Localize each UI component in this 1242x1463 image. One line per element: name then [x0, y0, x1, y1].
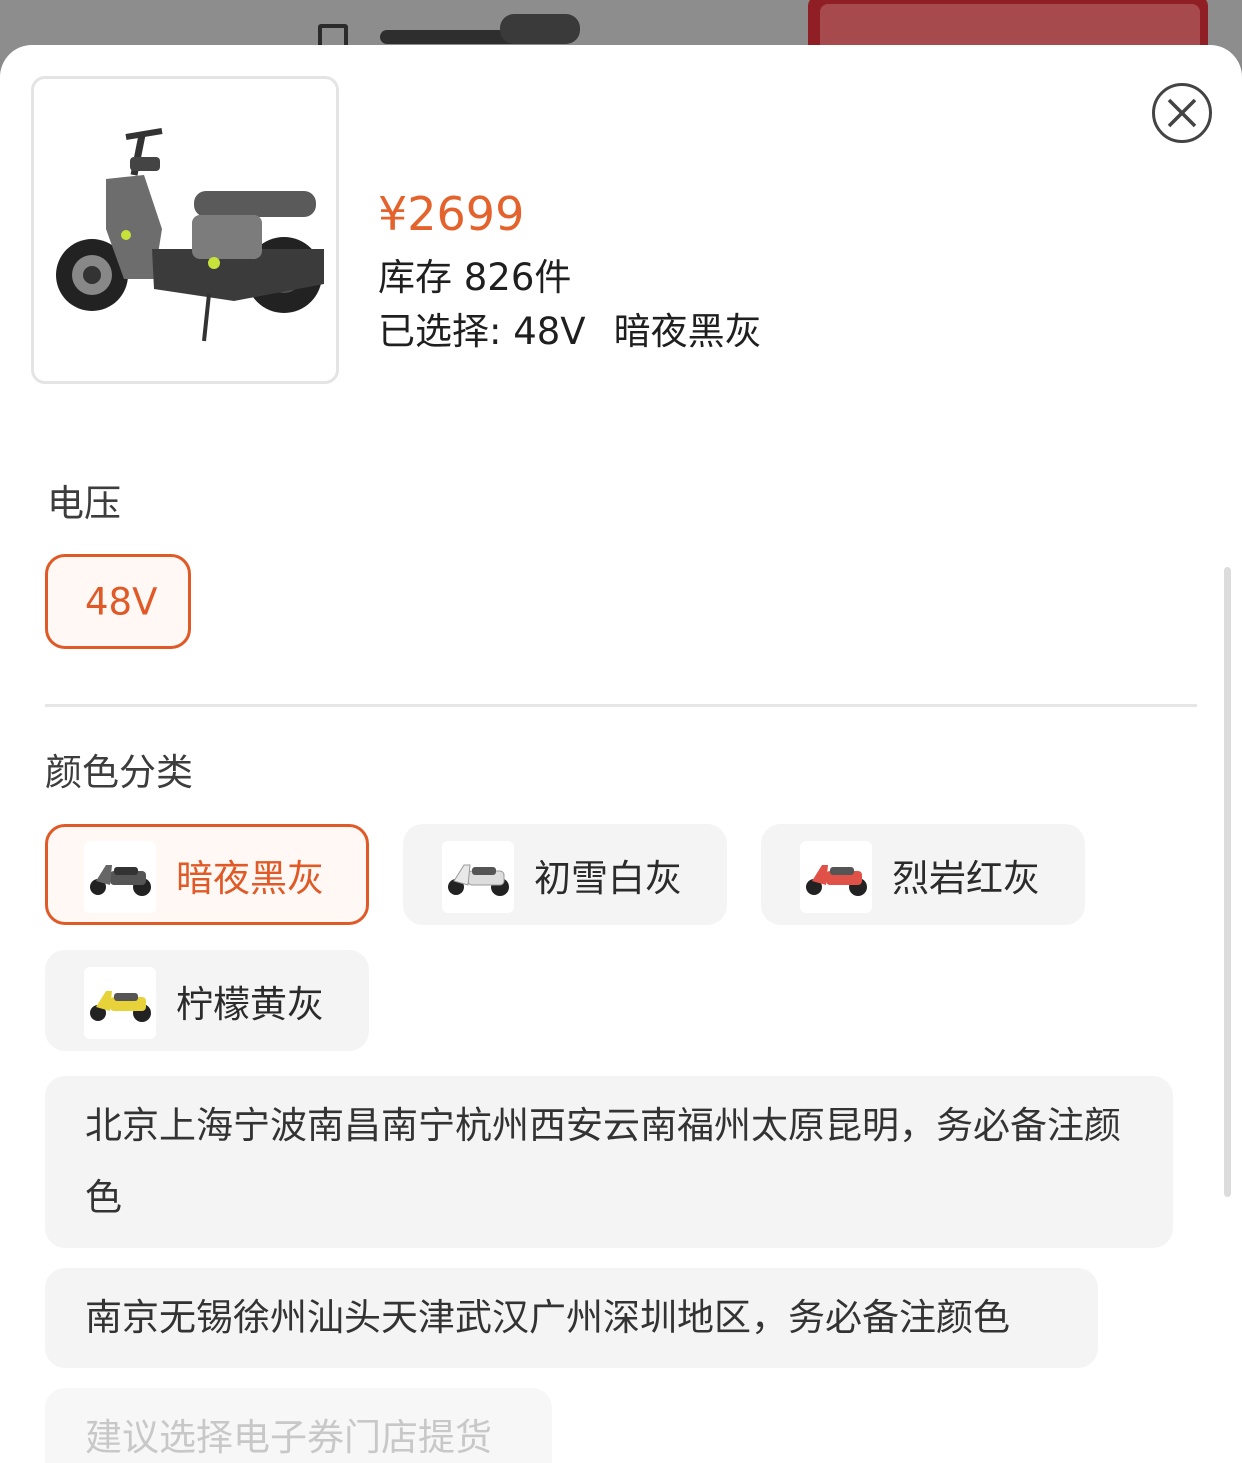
color-option-label: 暗夜黑灰: [176, 856, 324, 900]
color-option-label: 烈岩红灰: [892, 856, 1040, 900]
color-thumbnail-white: [442, 841, 514, 913]
voltage-section-title: 电压: [47, 482, 121, 525]
color-thumbnail-yellow: [84, 967, 156, 1039]
selected-color: 暗夜黑灰: [613, 310, 762, 353]
stock-count: 库存 826件: [378, 256, 572, 299]
background-handlebar-image: [300, 8, 600, 58]
close-icon: [1167, 98, 1197, 128]
color-section-title: 颜色分类: [45, 751, 193, 794]
region-note-option-1[interactable]: 北京上海宁波南昌南宁杭州西安云南福州太原昆明，务必备注颜色: [45, 1076, 1173, 1248]
color-thumbnail-black: [84, 841, 156, 913]
sku-selection-sheet: ¥2699 库存 826件 已选择: 48V 暗夜黑灰 电压 48V 颜色分类 暗…: [0, 45, 1242, 1463]
watermark-domain: zhizhizhi.com: [1106, 1427, 1221, 1447]
scooter-image: [56, 128, 324, 342]
pickup-suggestion-option[interactable]: 建议选择电子券门店提货: [45, 1388, 552, 1463]
scrollbar[interactable]: [1224, 567, 1231, 1197]
close-button[interactable]: [1152, 83, 1212, 143]
selected-voltage: 已选择: 48V: [378, 310, 586, 353]
watermark-logo: 值值值 zhizhizhi.com: [1093, 1340, 1233, 1450]
product-thumbnail[interactable]: [31, 76, 339, 384]
voltage-option-48v[interactable]: 48V: [45, 554, 191, 649]
color-option-rock-red-gray[interactable]: 烈岩红灰: [761, 824, 1085, 925]
color-option-label: 初雪白灰: [534, 856, 682, 900]
product-price: ¥2699: [378, 187, 525, 241]
color-thumbnail-red: [800, 841, 872, 913]
color-option-label: 柠檬黄灰: [176, 982, 324, 1026]
section-divider: [45, 704, 1197, 707]
color-option-snow-white-gray[interactable]: 初雪白灰: [403, 824, 727, 925]
region-note-option-2[interactable]: 南京无锡徐州汕头天津武汉广州深圳地区，务必备注颜色: [45, 1268, 1098, 1368]
voltage-option-label: 48V: [85, 580, 158, 623]
watermark-text: 值值值: [1094, 1361, 1232, 1415]
selected-summary: 已选择: 48V 暗夜黑灰: [378, 301, 762, 355]
color-option-lemon-yellow-gray[interactable]: 柠檬黄灰: [45, 950, 369, 1051]
color-option-night-black-gray[interactable]: 暗夜黑灰: [45, 824, 369, 925]
